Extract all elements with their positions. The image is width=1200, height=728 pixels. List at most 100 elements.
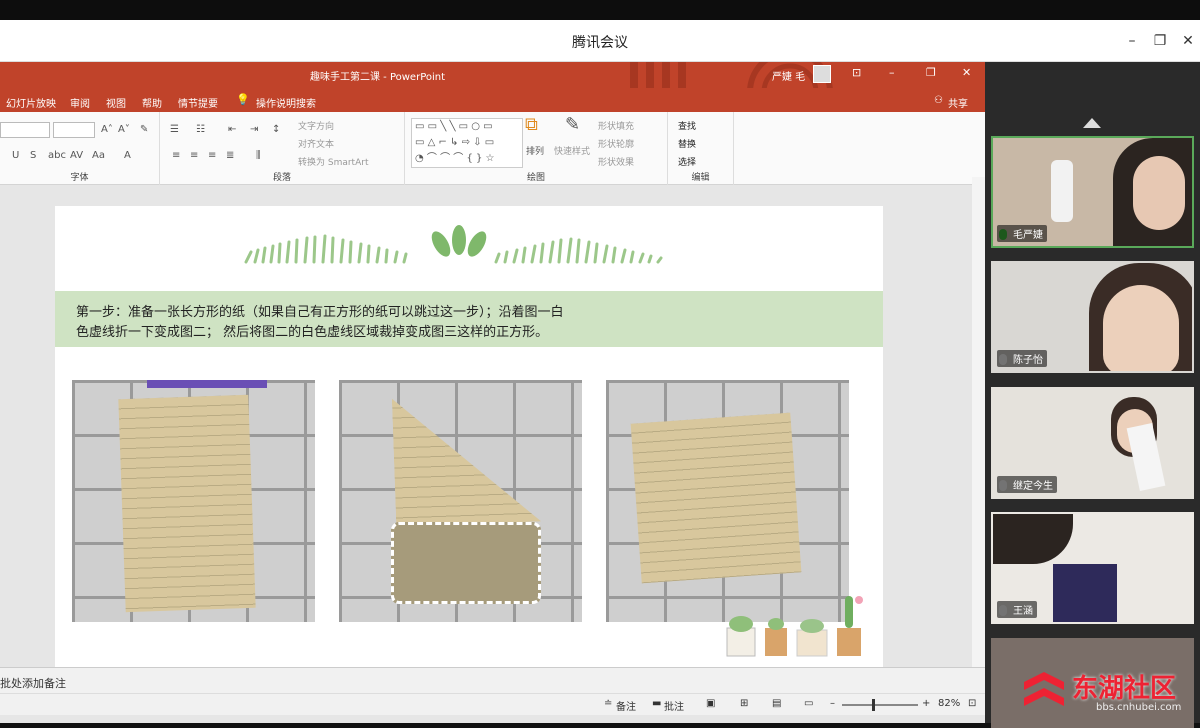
- zoom-slider-thumb[interactable]: [872, 699, 875, 711]
- avatar[interactable]: [813, 65, 831, 83]
- comments-button[interactable]: 批注: [664, 698, 684, 713]
- increase-indent-icon[interactable]: ⇥: [250, 124, 258, 135]
- font-color-icon[interactable]: A: [124, 150, 131, 161]
- editing-group: 查找 替换 选择 编辑: [668, 112, 734, 185]
- slide-sorter-icon[interactable]: ⊞: [740, 698, 748, 709]
- zoom-slider[interactable]: [842, 704, 918, 706]
- quick-styles-button[interactable]: 快速样式: [554, 144, 590, 157]
- arrange-button[interactable]: 排列: [526, 144, 544, 157]
- notes-icon: ≐: [604, 698, 613, 709]
- ribbon: A˄ A˅ ✎ U S abc AV Aa A 字体 ☰ ☷ ⇤ ⇥ ↕ ≡ ≡…: [0, 112, 985, 185]
- window-title: 腾讯会议: [572, 35, 628, 51]
- smartart-button[interactable]: 转换为 SmartArt: [298, 155, 368, 168]
- pen-object: [147, 380, 267, 388]
- align-center-icon[interactable]: ≡: [190, 150, 198, 161]
- find-button[interactable]: 查找: [678, 119, 696, 132]
- scroll-up-icon[interactable]: [1083, 118, 1101, 128]
- group-label: 绘图: [526, 173, 545, 183]
- change-case-icon[interactable]: Aa: [92, 150, 105, 161]
- slideshow-icon[interactable]: ▭: [804, 698, 813, 709]
- tab-review[interactable]: 审阅: [70, 95, 90, 110]
- shape-effects-button[interactable]: 形状效果: [598, 155, 634, 168]
- select-button[interactable]: 选择: [678, 155, 696, 168]
- paper-square: [630, 412, 802, 584]
- watermark-brand: 东湖社区: [1072, 674, 1177, 704]
- title-bar: 腾讯会议 – ❐ ✕: [0, 20, 1200, 62]
- watermark: 东湖社区 bbs.cnhubei.com: [1020, 664, 1200, 723]
- figure-3-photo: [606, 380, 849, 622]
- minimize-icon[interactable]: –: [1121, 30, 1143, 52]
- shared-screen: 趣味手工第二课 - PowerPoint 严婕 毛 ⊡ – ❐ ✕ 幻灯片放映 …: [0, 62, 985, 723]
- strikethrough-icon[interactable]: abc: [48, 150, 66, 161]
- tell-me-search[interactable]: 操作说明搜索: [256, 95, 316, 110]
- align-right-icon[interactable]: ≡: [208, 150, 216, 161]
- zoom-out-icon[interactable]: –: [830, 698, 835, 709]
- paragraph-group: ☰ ☷ ⇤ ⇥ ↕ ≡ ≡ ≡ ≣ ⫼ 文字方向 对齐文本 转换为 SmartA…: [160, 112, 405, 185]
- shape-outline-button[interactable]: 形状轮廓: [598, 137, 634, 150]
- fit-slide-icon[interactable]: ⊡: [968, 698, 976, 709]
- justify-icon[interactable]: ≣: [226, 150, 234, 161]
- decrease-indent-icon[interactable]: ⇤: [228, 124, 236, 135]
- instruction-band: 第一步：准备一张长方形的纸（如果自己有正方形的纸可以跳过这一步）；沿着图一白 色…: [55, 291, 883, 347]
- quick-styles-icon: ✎: [565, 114, 581, 135]
- line-spacing-icon[interactable]: ↕: [272, 124, 280, 135]
- grow-font-icon[interactable]: A˄: [101, 124, 113, 135]
- notes-button[interactable]: 备注: [616, 698, 636, 713]
- zoom-in-icon[interactable]: +: [922, 698, 930, 709]
- grass-decoration: [244, 225, 663, 264]
- columns-icon[interactable]: ⫼: [256, 150, 261, 161]
- ribbon-tabs: 幻灯片放映 审阅 视图 帮助 情节提要 💡 操作说明搜索 ⚇ 共享: [0, 88, 985, 112]
- font-name-box[interactable]: [0, 122, 50, 138]
- minimize-icon[interactable]: –: [889, 66, 895, 79]
- clear-format-icon[interactable]: ✎: [140, 124, 148, 135]
- shadow-icon[interactable]: S: [30, 150, 36, 161]
- text-direction-button[interactable]: 文字方向: [298, 119, 334, 132]
- slide-area: 第一步：准备一张长方形的纸（如果自己有正方形的纸可以跳过这一步）；沿着图一白 色…: [0, 185, 985, 670]
- restore-icon[interactable]: ❐: [1149, 30, 1171, 52]
- numbering-icon[interactable]: ☷: [196, 124, 205, 135]
- slide[interactable]: 第一步：准备一张长方形的纸（如果自己有正方形的纸可以跳过这一步）；沿着图一白 色…: [55, 206, 883, 670]
- paper-object: [1053, 564, 1117, 622]
- replace-button[interactable]: 替换: [678, 137, 696, 150]
- share-button[interactable]: 共享: [948, 95, 968, 110]
- shapes-gallery[interactable]: ▭ ▭ ╲ ╲ ▭ ○ ▭ ▭ △ ⌐ ↳ ⇨ ⇩ ▭ ◔ ⌒ ⌒ ⌒ { } ☆: [411, 118, 523, 168]
- vertical-scrollbar[interactable]: [972, 177, 985, 672]
- lightbulb-icon: 💡: [236, 93, 250, 106]
- close-icon[interactable]: ✕: [1177, 30, 1199, 52]
- cut-region: [391, 522, 541, 604]
- participant-sidebar: 毛严婕 陈子怡 继定今生 王涵: [985, 62, 1200, 728]
- bullets-icon[interactable]: ☰: [170, 124, 179, 135]
- tab-help[interactable]: 帮助: [142, 95, 162, 110]
- shape-fill-button[interactable]: 形状填充: [598, 119, 634, 132]
- tab-slideshow[interactable]: 幻灯片放映: [6, 95, 56, 110]
- participant-tile[interactable]: 王涵: [991, 512, 1194, 624]
- font-size-box[interactable]: [53, 122, 95, 138]
- participant-tile[interactable]: 毛严婕: [991, 136, 1194, 248]
- notes-pane[interactable]: 批处添加备注: [0, 667, 985, 693]
- align-text-button[interactable]: 对齐文本: [298, 137, 334, 150]
- tab-view[interactable]: 视图: [106, 95, 126, 110]
- logo-icon: [1024, 672, 1064, 706]
- comments-icon: ▬: [652, 698, 662, 709]
- top-band: [0, 0, 1200, 20]
- align-left-icon[interactable]: ≡: [172, 150, 180, 161]
- reading-view-icon[interactable]: ▤: [772, 698, 781, 709]
- normal-view-icon[interactable]: ▣: [706, 698, 715, 709]
- participant-tile[interactable]: 继定今生: [991, 387, 1194, 499]
- group-label: 编辑: [691, 173, 710, 183]
- font-group: A˄ A˅ ✎ U S abc AV Aa A 字体: [0, 112, 160, 185]
- paper-object: [1126, 422, 1166, 492]
- underline-icon[interactable]: U: [12, 150, 19, 161]
- tab-storyboard[interactable]: 情节提要: [178, 95, 218, 110]
- spacing-icon[interactable]: AV: [70, 150, 83, 161]
- group-label: 段落: [272, 173, 291, 183]
- participant-name: 继定今生: [997, 476, 1057, 493]
- participant-tile[interactable]: 陈子怡: [991, 261, 1194, 373]
- ribbon-display-icon[interactable]: ⊡: [852, 66, 861, 79]
- watermark-url: bbs.cnhubei.com: [1096, 702, 1182, 713]
- instruction-line-2: 色虚线折一下变成图二； 然后将图二的白色虚线区域裁掉变成图三这样的正方形。: [76, 325, 549, 340]
- close-icon[interactable]: ✕: [962, 66, 971, 79]
- zoom-level[interactable]: 82%: [938, 698, 960, 709]
- shrink-font-icon[interactable]: A˅: [118, 124, 130, 135]
- restore-icon[interactable]: ❐: [926, 66, 936, 79]
